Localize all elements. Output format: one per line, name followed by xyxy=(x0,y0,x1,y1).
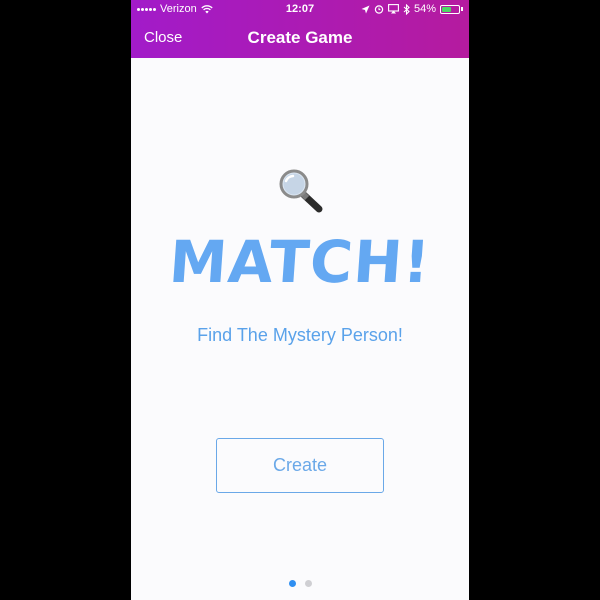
alarm-icon xyxy=(374,5,384,14)
game-subtitle: Find The Mystery Person! xyxy=(197,325,403,345)
nav-header: Verizon 12:07 54% Close Create Game xyxy=(131,0,469,58)
status-bar: Verizon 12:07 54% xyxy=(131,0,469,18)
page-dot-2[interactable] xyxy=(304,580,312,587)
battery-icon xyxy=(440,4,460,14)
page-dot-1[interactable] xyxy=(288,580,296,587)
bluetooth-icon xyxy=(403,3,410,15)
create-button[interactable]: Create xyxy=(216,438,384,493)
game-title: MATCH! xyxy=(166,228,433,296)
battery-percent: 54% xyxy=(413,3,436,15)
magnifying-glass-icon xyxy=(279,169,323,213)
page-indicator xyxy=(131,580,469,587)
battery-tip xyxy=(461,7,463,11)
location-icon xyxy=(361,5,370,13)
status-right: 54% xyxy=(361,3,463,15)
app-screen: Verizon 12:07 54% Close Create Game MATC… xyxy=(131,0,469,600)
nav-title: Create Game xyxy=(247,28,353,47)
screen-mirror-icon xyxy=(388,4,399,14)
